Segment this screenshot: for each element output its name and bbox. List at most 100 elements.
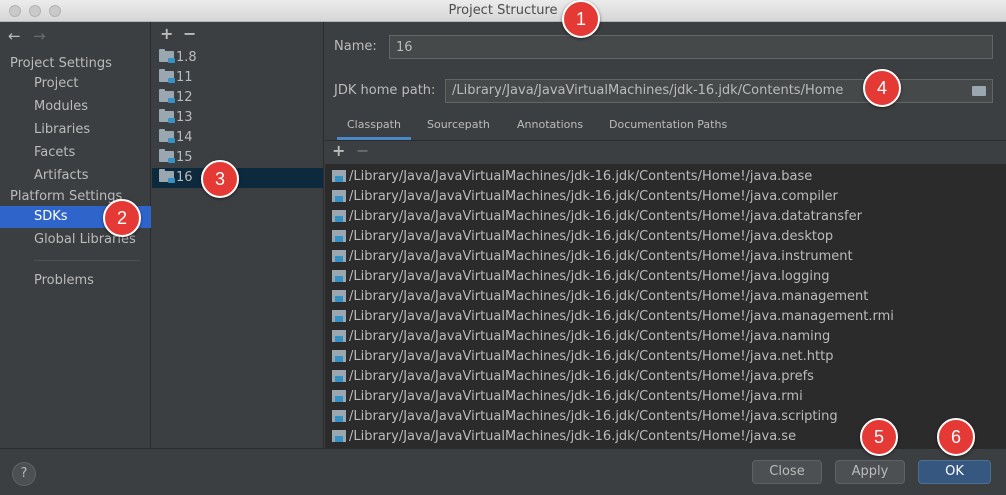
jar-icon	[332, 250, 346, 262]
list-item-label: /Library/Java/JavaVirtualMachines/jdk-16…	[349, 269, 830, 284]
list-item[interactable]: /Library/Java/JavaVirtualMachines/jdk-16…	[325, 367, 1006, 387]
list-item[interactable]: /Library/Java/JavaVirtualMachines/jdk-16…	[325, 407, 1006, 427]
tab-documentation-paths[interactable]: Documentation Paths	[609, 118, 727, 140]
jdk-folder-icon	[159, 169, 175, 183]
sidebar-item-libraries[interactable]: Libraries	[0, 119, 151, 141]
list-item[interactable]: /Library/Java/JavaVirtualMachines/jdk-16…	[325, 327, 1006, 347]
sdk-name-input[interactable]	[389, 35, 993, 59]
callout-badge-2: 2	[103, 199, 141, 237]
jar-icon	[332, 190, 346, 202]
remove-sdk-button[interactable]: −	[183, 24, 196, 43]
jdk-home-path-value: /Library/Java/JavaVirtualMachines/jdk-16…	[452, 83, 844, 98]
sidebar-item-artifacts[interactable]: Artifacts	[0, 165, 151, 187]
sdk-item-label: 11	[176, 70, 193, 85]
tab-annotations[interactable]: Annotations	[517, 118, 583, 140]
list-item-label: /Library/Java/JavaVirtualMachines/jdk-16…	[349, 209, 862, 224]
jar-icon	[332, 290, 346, 302]
sdk-item-15[interactable]: 15	[152, 148, 323, 168]
sdk-item-1-8[interactable]: 1.8	[152, 48, 323, 68]
sdk-item-label: 1.8	[176, 50, 197, 65]
tab-classpath[interactable]: Classpath	[337, 118, 411, 140]
jar-icon	[332, 230, 346, 242]
jar-icon	[332, 350, 346, 362]
list-item-label: /Library/Java/JavaVirtualMachines/jdk-16…	[349, 329, 831, 344]
sdk-item-label: 13	[176, 110, 193, 125]
list-item-label: /Library/Java/JavaVirtualMachines/jdk-16…	[349, 309, 894, 324]
title-bar: Project Structure	[0, 0, 1006, 22]
sidebar-item-facets[interactable]: Facets	[0, 142, 151, 164]
list-item-label: /Library/Java/JavaVirtualMachines/jdk-16…	[349, 169, 813, 184]
platform-settings-header: Platform Settings	[10, 189, 123, 204]
list-item[interactable]: /Library/Java/JavaVirtualMachines/jdk-16…	[325, 227, 1006, 247]
list-item-label: /Library/Java/JavaVirtualMachines/jdk-16…	[349, 409, 838, 424]
jar-icon	[332, 170, 346, 182]
sdk-item-label: 15	[176, 150, 193, 165]
sdk-list-panel: + − 1.8 11 12 13 14 15 16	[152, 22, 324, 448]
list-item[interactable]: /Library/Java/JavaVirtualMachines/jdk-16…	[325, 347, 1006, 367]
callout-badge-5: 5	[860, 418, 898, 456]
tab-sourcepath[interactable]: Sourcepath	[427, 118, 490, 140]
callout-badge-6: 6	[937, 418, 975, 456]
jdk-folder-icon	[159, 129, 175, 143]
sidebar-divider	[34, 260, 140, 261]
sdk-item-label: 12	[176, 90, 193, 105]
ok-button[interactable]: OK	[918, 460, 991, 484]
sdk-details-panel: Name: JDK home path: /Library/Java/JavaV…	[325, 22, 1006, 448]
window-title: Project Structure	[448, 3, 558, 18]
jar-icon	[332, 410, 346, 422]
sdk-item-14[interactable]: 14	[152, 128, 323, 148]
list-item-label: /Library/Java/JavaVirtualMachines/jdk-16…	[349, 389, 803, 404]
sdk-item-12[interactable]: 12	[152, 88, 323, 108]
forward-arrow-icon[interactable]: →	[33, 27, 46, 45]
list-item[interactable]: /Library/Java/JavaVirtualMachines/jdk-16…	[325, 207, 1006, 227]
tabs-divider	[325, 140, 1006, 141]
list-item[interactable]: /Library/Java/JavaVirtualMachines/jdk-16…	[325, 267, 1006, 287]
list-item-label: /Library/Java/JavaVirtualMachines/jdk-16…	[349, 289, 869, 304]
list-item-label: /Library/Java/JavaVirtualMachines/jdk-16…	[349, 229, 834, 244]
callout-badge-3: 3	[201, 160, 239, 198]
callout-badge-4: 4	[863, 69, 901, 107]
sidebar-item-problems[interactable]: Problems	[0, 270, 151, 292]
classpath-list[interactable]: /Library/Java/JavaVirtualMachines/jdk-16…	[325, 164, 1006, 448]
sidebar-item-project[interactable]: Project	[0, 73, 151, 95]
help-button[interactable]: ?	[12, 462, 36, 486]
jar-icon	[332, 390, 346, 402]
sdk-item-13[interactable]: 13	[152, 108, 323, 128]
list-item[interactable]: /Library/Java/JavaVirtualMachines/jdk-16…	[325, 187, 1006, 207]
list-item-label: /Library/Java/JavaVirtualMachines/jdk-16…	[349, 249, 853, 264]
remove-classpath-button[interactable]: −	[356, 141, 369, 160]
jar-icon	[332, 270, 346, 282]
list-item[interactable]: /Library/Java/JavaVirtualMachines/jdk-16…	[325, 307, 1006, 327]
apply-button[interactable]: Apply	[835, 460, 905, 484]
callout-badge-1: 1	[562, 0, 600, 38]
sdk-item-11[interactable]: 11	[152, 68, 323, 88]
sdk-item-label: 14	[176, 130, 193, 145]
jdk-folder-icon	[159, 149, 175, 163]
jar-icon	[332, 330, 346, 342]
list-item-label: /Library/Java/JavaVirtualMachines/jdk-16…	[349, 349, 834, 364]
jdk-folder-icon	[159, 89, 175, 103]
back-arrow-icon[interactable]: ←	[8, 27, 21, 45]
jdk-home-path-label: JDK home path:	[334, 83, 436, 98]
sidebar-item-modules[interactable]: Modules	[0, 96, 151, 118]
jar-icon	[332, 370, 346, 382]
dialog-button-bar: ? Close Apply OK	[0, 448, 1006, 495]
jar-icon	[332, 210, 346, 222]
project-settings-header: Project Settings	[10, 56, 112, 71]
list-item[interactable]: /Library/Java/JavaVirtualMachines/jdk-16…	[325, 247, 1006, 267]
add-sdk-button[interactable]: +	[160, 24, 173, 43]
jar-icon	[332, 430, 346, 442]
jdk-folder-icon	[159, 69, 175, 83]
list-item[interactable]: /Library/Java/JavaVirtualMachines/jdk-16…	[325, 287, 1006, 307]
list-item[interactable]: /Library/Java/JavaVirtualMachines/jdk-16…	[325, 167, 1006, 187]
jdk-home-path-field[interactable]: /Library/Java/JavaVirtualMachines/jdk-16…	[445, 79, 993, 103]
name-label: Name:	[334, 39, 377, 54]
sdk-item-label: 16	[176, 170, 193, 185]
list-item-label: /Library/Java/JavaVirtualMachines/jdk-16…	[349, 369, 814, 384]
browse-folder-icon[interactable]	[972, 86, 986, 96]
list-item[interactable]: /Library/Java/JavaVirtualMachines/jdk-16…	[325, 387, 1006, 407]
add-classpath-button[interactable]: +	[332, 141, 345, 160]
list-item[interactable]: /Library/Java/JavaVirtualMachines/jdk-16…	[325, 427, 1006, 447]
close-button[interactable]: Close	[752, 460, 822, 484]
jdk-folder-icon	[159, 49, 175, 63]
